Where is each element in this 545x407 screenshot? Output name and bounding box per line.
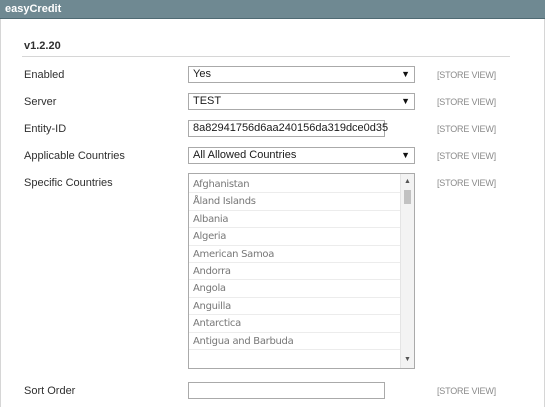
- country-option[interactable]: Antigua and Barbuda: [189, 333, 400, 350]
- applicable-countries-select[interactable]: All Allowed Countries ▼: [188, 147, 415, 164]
- version-label: v1.2.20: [24, 40, 61, 52]
- country-option[interactable]: Angola: [189, 280, 400, 298]
- server-select[interactable]: TEST ▼: [188, 93, 415, 110]
- enabled-value: Yes: [193, 68, 211, 80]
- enabled-label: Enabled: [24, 69, 65, 81]
- country-list: Afghanistan Åland Islands Albania Algeri…: [189, 176, 400, 350]
- section-title: easyCredit: [5, 3, 62, 15]
- entity-id-value: 8a82941756d6aa240156da319dce0d35: [193, 122, 389, 134]
- chevron-down-icon: ▼: [401, 69, 410, 79]
- specific-countries-multiselect[interactable]: Afghanistan Åland Islands Albania Algeri…: [188, 173, 415, 369]
- scrollbar-thumb[interactable]: [404, 190, 411, 204]
- sort-order-scope: [STORE VIEW]: [437, 386, 496, 396]
- section-header[interactable]: easyCredit: [0, 0, 545, 19]
- applicable-countries-scope: [STORE VIEW]: [437, 151, 496, 161]
- specific-countries-label: Specific Countries: [24, 177, 113, 189]
- specific-countries-scope: [STORE VIEW]: [437, 178, 496, 188]
- enabled-select[interactable]: Yes ▼: [188, 66, 415, 83]
- country-option[interactable]: Albania: [189, 211, 400, 229]
- entity-id-field[interactable]: 8a82941756d6aa240156da319dce0d35: [188, 120, 389, 137]
- sort-order-field[interactable]: [188, 382, 385, 399]
- scroll-down-icon[interactable]: ▼: [401, 354, 414, 366]
- chevron-down-icon: ▼: [401, 96, 410, 106]
- server-label: Server: [24, 96, 57, 108]
- server-value: TEST: [193, 95, 222, 107]
- enabled-scope: [STORE VIEW]: [437, 70, 496, 80]
- sort-order-label: Sort Order: [24, 385, 76, 397]
- applicable-countries-value: All Allowed Countries: [193, 149, 297, 161]
- divider: [22, 56, 510, 57]
- country-option[interactable]: Andorra: [189, 263, 400, 281]
- country-option[interactable]: American Samoa: [189, 246, 400, 263]
- country-option[interactable]: Åland Islands: [189, 193, 400, 211]
- entity-id-scope: [STORE VIEW]: [437, 124, 496, 134]
- entity-id-label: Entity-ID: [24, 123, 67, 135]
- scroll-up-icon[interactable]: ▲: [401, 176, 414, 188]
- country-option[interactable]: Antarctica: [189, 315, 400, 333]
- scrollbar[interactable]: ▲ ▼: [400, 174, 414, 368]
- chevron-down-icon: ▼: [401, 150, 410, 160]
- applicable-countries-label: Applicable Countries: [24, 150, 125, 162]
- country-option[interactable]: Algeria: [189, 228, 400, 246]
- server-scope: [STORE VIEW]: [437, 97, 496, 107]
- country-option[interactable]: Anguilla: [189, 298, 400, 316]
- country-option[interactable]: Afghanistan: [189, 176, 400, 194]
